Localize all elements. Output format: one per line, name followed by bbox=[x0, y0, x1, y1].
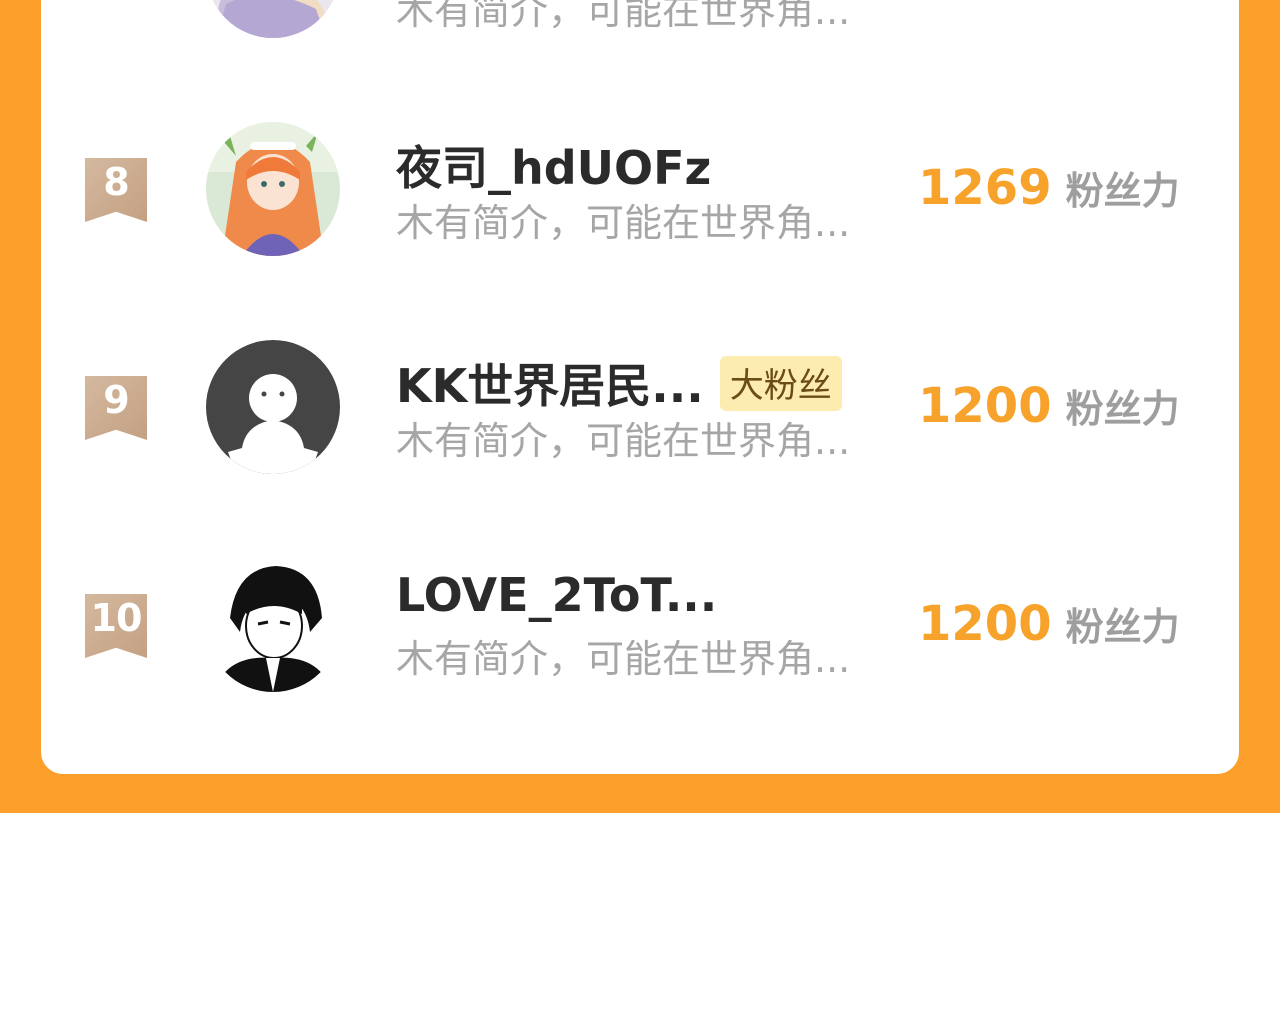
user-name-line: 夜司_hdUOFz bbox=[396, 132, 711, 198]
rank-badge: 10 bbox=[85, 594, 147, 658]
fan-power-unit: 粉丝力 bbox=[1065, 605, 1180, 649]
fan-power-unit: 粉丝力 bbox=[1065, 387, 1180, 431]
user-intro: 木有简介，可能在世界角... bbox=[396, 201, 851, 245]
fan-power-value: 1200 bbox=[918, 596, 1052, 652]
fan-power-unit: 粉丝力 bbox=[1065, 169, 1180, 213]
fan-power: 1269 粉丝力 bbox=[918, 160, 1180, 216]
rank-badge: 9 bbox=[85, 376, 147, 440]
user-name: LOVE_2ToT... bbox=[396, 568, 718, 622]
user-intro: 木有简介，可能在世界角... bbox=[396, 0, 851, 33]
fan-power: 1200 粉丝力 bbox=[918, 596, 1180, 652]
default-ghost-avatar[interactable] bbox=[206, 340, 340, 474]
fan-power-value: 1200 bbox=[918, 378, 1052, 434]
user-intro: 木有简介，可能在世界角... bbox=[396, 637, 851, 681]
fan-power: 1200 粉丝力 bbox=[918, 378, 1180, 434]
user-name-line: KK世界居民... 大粉丝 bbox=[396, 350, 842, 416]
user-intro: 木有简介，可能在世界角... bbox=[396, 419, 851, 463]
list-item[interactable]: 8 夜司_hdUOFz 木有简介，可能在世界角... 1269 粉丝力 bbox=[0, 120, 1280, 260]
rank-badge: 8 bbox=[85, 158, 147, 222]
fan-level-badge: 大粉丝 bbox=[719, 355, 842, 411]
list-item[interactable]: 10 LOVE_2ToT... 木有简介，可能在世界角... 1200 粉丝力 bbox=[0, 556, 1280, 696]
user-name: KK世界居民... bbox=[396, 359, 704, 413]
user-name: 夜司_hdUOFz bbox=[396, 141, 712, 195]
user-name-line: LOVE_2ToT... bbox=[396, 568, 717, 622]
fan-power-value: 1269 bbox=[918, 160, 1052, 216]
anime-girl-avatar[interactable] bbox=[206, 122, 340, 256]
list-item[interactable]: 9 KK世界居民... 大粉丝 木有简介，可能在世界角... 1200 粉丝力 bbox=[0, 338, 1280, 478]
manga-boy-avatar[interactable] bbox=[206, 558, 340, 692]
